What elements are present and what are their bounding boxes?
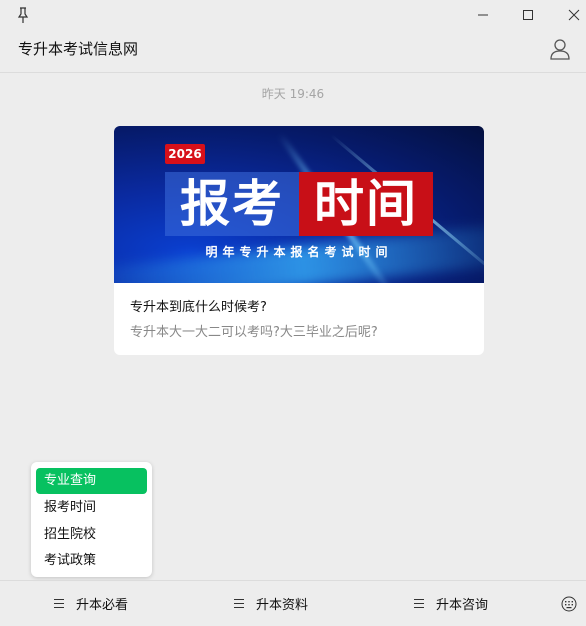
minimize-icon — [478, 14, 488, 16]
banner-subtitle: 明年专升本报名考试时间 — [205, 245, 393, 259]
keyboard-icon[interactable] — [561, 596, 577, 612]
article-banner: 2026 报考 时间 明年专升本报名考试时间 — [114, 126, 484, 283]
tab-must-read[interactable]: 升本必看 — [54, 581, 128, 626]
tab-label: 升本资料 — [256, 598, 309, 613]
profile-icon[interactable] — [548, 37, 572, 61]
title-bar — [0, 0, 586, 30]
tab-materials[interactable]: 升本资料 — [234, 581, 308, 626]
menu-icon — [234, 599, 244, 609]
close-button[interactable] — [563, 4, 585, 26]
article-title: 专升本到底什么时候考? — [130, 300, 267, 315]
menu-icon — [54, 599, 64, 609]
menu-item-major-query[interactable]: 专业查询 — [36, 468, 147, 494]
article-card[interactable]: 2026 报考 时间 明年专升本报名考试时间 专升本到底什么时候考? 专升本大一… — [114, 126, 484, 355]
year-badge: 2026 — [165, 144, 205, 164]
pin-icon[interactable] — [14, 6, 32, 24]
close-icon — [568, 9, 580, 21]
chat-title: 专升本考试信息网 — [18, 40, 139, 58]
message-timestamp: 昨天 19:46 — [261, 87, 325, 101]
banner-headline-left: 报考 — [165, 172, 299, 236]
bottom-menu-bar: 升本必看 升本资料 升本咨询 — [0, 580, 586, 626]
menu-item-policy[interactable]: 考试政策 — [36, 548, 147, 574]
menu-item-colleges[interactable]: 招生院校 — [36, 522, 147, 548]
maximize-icon — [523, 10, 533, 20]
tab-label: 升本必看 — [76, 598, 129, 613]
minimize-button[interactable] — [472, 4, 494, 26]
chat-header: 专升本考试信息网 — [0, 30, 586, 73]
menu-icon — [414, 599, 424, 609]
tab-consult[interactable]: 升本咨询 — [414, 581, 488, 626]
menu-item-exam-time[interactable]: 报考时间 — [36, 495, 147, 521]
article-description: 专升本大一大二可以考吗?大三毕业之后呢? — [130, 325, 378, 340]
tab-label: 升本咨询 — [436, 598, 489, 613]
maximize-button[interactable] — [517, 4, 539, 26]
banner-headline-right: 时间 — [299, 172, 433, 236]
popup-menu: 专业查询 报考时间 招生院校 考试政策 — [31, 462, 152, 577]
